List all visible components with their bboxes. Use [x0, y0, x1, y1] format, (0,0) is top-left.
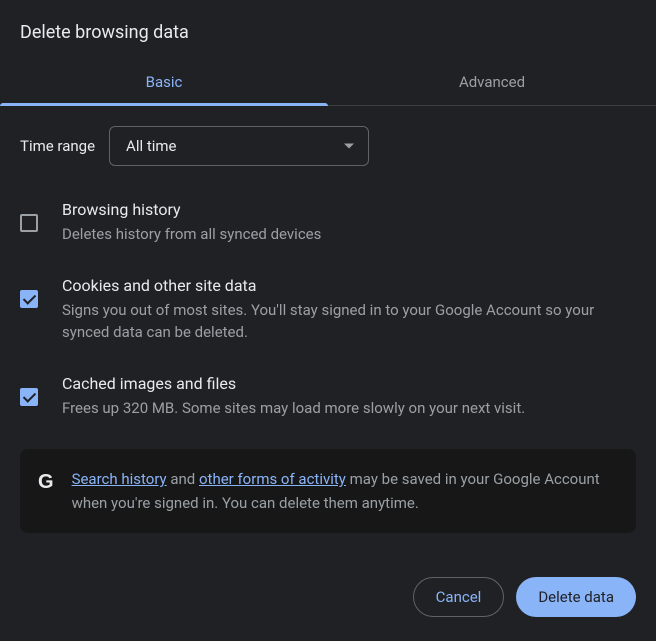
option-title: Cached images and files	[62, 374, 636, 393]
dialog-title: Delete browsing data	[0, 0, 656, 59]
delete-browsing-data-dialog: Delete browsing data Basic Advanced Time…	[0, 0, 656, 641]
time-range-select[interactable]: All time	[109, 126, 369, 166]
option-title: Browsing history	[62, 200, 636, 219]
chevron-down-icon	[344, 144, 354, 149]
tab-basic[interactable]: Basic	[0, 59, 328, 105]
option-text: Cached images and files Frees up 320 MB.…	[62, 374, 636, 420]
dialog-footer: Cancel Delete data	[0, 553, 656, 641]
option-desc: Signs you out of most sites. You'll stay…	[62, 299, 636, 344]
checkbox-browsing-history[interactable]	[20, 214, 38, 232]
cancel-button[interactable]: Cancel	[413, 577, 505, 617]
option-desc: Frees up 320 MB. Some sites may load mor…	[62, 397, 636, 420]
option-text: Cookies and other site data Signs you ou…	[62, 276, 636, 344]
time-range-row: Time range All time	[20, 126, 636, 166]
tabs-bar: Basic Advanced	[0, 59, 656, 106]
option-desc: Deletes history from all synced devices	[62, 223, 636, 246]
checkbox-cookies[interactable]	[20, 290, 38, 308]
option-text: Browsing history Deletes history from al…	[62, 200, 636, 246]
info-text: Search history and other forms of activi…	[72, 467, 618, 515]
google-account-info: G Search history and other forms of acti…	[20, 449, 636, 533]
google-icon: G	[38, 471, 54, 494]
tab-advanced[interactable]: Advanced	[328, 59, 656, 105]
option-cookies: Cookies and other site data Signs you ou…	[20, 276, 636, 344]
delete-data-button[interactable]: Delete data	[516, 577, 636, 617]
option-title: Cookies and other site data	[62, 276, 636, 295]
other-activity-link[interactable]: other forms of activity	[199, 470, 346, 488]
search-history-link[interactable]: Search history	[72, 470, 167, 488]
dialog-content: Time range All time Browsing history Del…	[0, 106, 656, 553]
time-range-value: All time	[126, 137, 176, 155]
checkbox-cached[interactable]	[20, 388, 38, 406]
option-browsing-history: Browsing history Deletes history from al…	[20, 200, 636, 246]
option-cached: Cached images and files Frees up 320 MB.…	[20, 374, 636, 420]
time-range-label: Time range	[20, 137, 95, 155]
